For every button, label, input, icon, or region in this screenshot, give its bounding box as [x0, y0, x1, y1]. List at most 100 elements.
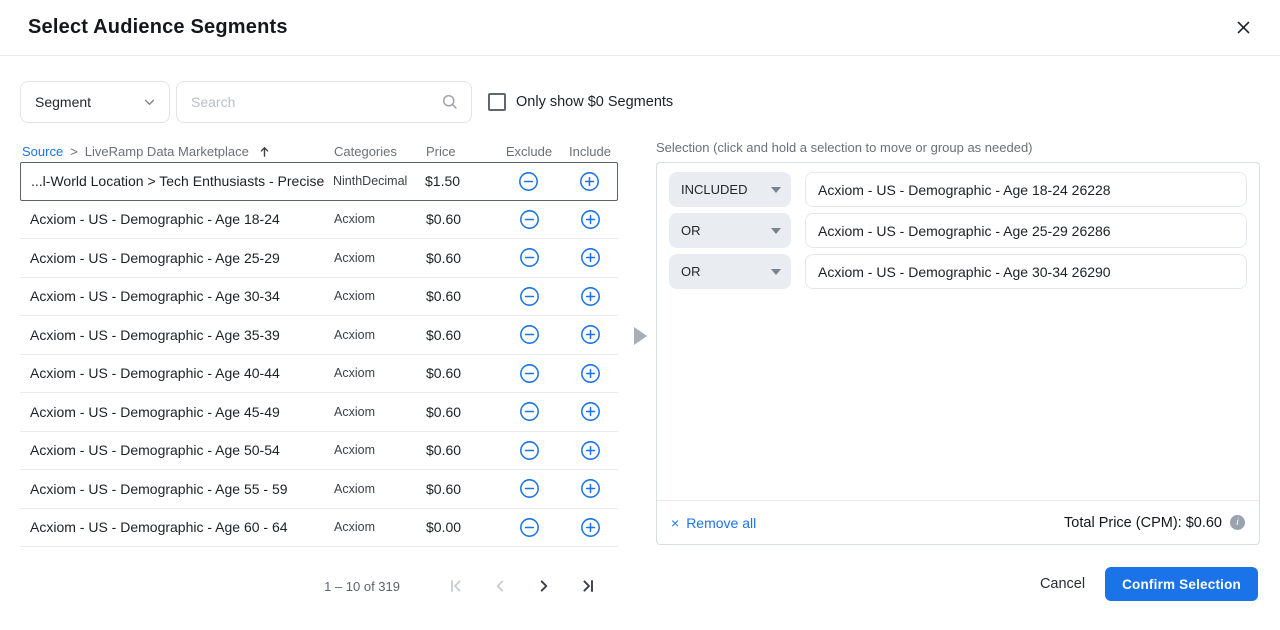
next-page-icon[interactable]: [534, 576, 554, 596]
segment-price: $0.60: [426, 211, 496, 227]
segment-category: NinthDecimal: [333, 174, 425, 188]
chevron-down-icon: [771, 187, 781, 193]
table-row[interactable]: Acxiom - US - Demographic - Age 50-54 Ac…: [20, 432, 618, 471]
table-row[interactable]: Acxiom - US - Demographic - Age 30-34 Ac…: [20, 278, 618, 317]
segment-name: Acxiom - US - Demographic - Age 60 - 64: [20, 519, 334, 535]
segment-category: Acxiom: [334, 251, 426, 265]
segment-type-dropdown-value: Segment: [35, 94, 91, 110]
chevron-down-icon: [771, 228, 781, 234]
remove-all-label: Remove all: [686, 515, 756, 531]
include-segment-button[interactable]: [562, 286, 618, 307]
operator-dropdown-value: INCLUDED: [681, 182, 747, 197]
selection-item[interactable]: INCLUDED Acxiom - US - Demographic - Age…: [669, 172, 1247, 207]
table-row[interactable]: Acxiom - US - Demographic - Age 45-49 Ac…: [20, 393, 618, 432]
table-row[interactable]: Acxiom - US - Demographic - Age 18-24 Ac…: [20, 201, 618, 240]
breadcrumb-separator: >: [70, 144, 78, 159]
cancel-button[interactable]: Cancel: [1040, 576, 1085, 592]
segment-name: Acxiom - US - Demographic - Age 45-49: [20, 404, 334, 420]
selected-segment-name: Acxiom - US - Demographic - Age 18-24 26…: [805, 172, 1247, 207]
info-icon[interactable]: i: [1230, 515, 1245, 530]
segment-price: $0.60: [426, 250, 496, 266]
close-icon[interactable]: [1234, 19, 1252, 37]
dialog-header: Select Audience Segments: [0, 0, 1280, 56]
selection-footer: × Remove all Total Price (CPM): $0.60 i: [657, 500, 1259, 544]
selection-box: INCLUDED Acxiom - US - Demographic - Age…: [656, 162, 1260, 545]
last-page-icon[interactable]: [578, 576, 598, 596]
zero-segments-label: Only show $0 Segments: [516, 94, 673, 110]
dialog-actions: Cancel Confirm Selection: [1040, 567, 1258, 601]
include-segment-button[interactable]: [562, 478, 618, 499]
selection-panel: Selection (click and hold a selection to…: [656, 140, 1260, 545]
include-segment-button[interactable]: [562, 401, 618, 422]
segments-table: Source > LiveRamp Data Marketplace Categ…: [20, 140, 618, 547]
move-right-arrow-icon[interactable]: [634, 327, 647, 345]
segment-price: $0.60: [426, 442, 496, 458]
segment-type-dropdown[interactable]: Segment: [20, 81, 170, 123]
segment-price: $0.60: [426, 288, 496, 304]
column-header-price: Price: [426, 144, 496, 159]
operator-dropdown[interactable]: OR: [669, 213, 791, 248]
segment-category: Acxiom: [334, 328, 426, 342]
search-icon: [441, 93, 459, 111]
total-price-label: Total Price (CPM): $0.60: [1064, 515, 1222, 531]
operator-dropdown[interactable]: INCLUDED: [669, 172, 791, 207]
remove-all-button[interactable]: × Remove all: [671, 515, 756, 531]
selected-segment-name: Acxiom - US - Demographic - Age 25-29 26…: [805, 213, 1247, 248]
chevron-down-icon: [144, 99, 155, 106]
first-page-icon[interactable]: [446, 576, 466, 596]
table-row[interactable]: Acxiom - US - Demographic - Age 40-44 Ac…: [20, 355, 618, 394]
table-row[interactable]: Acxiom - US - Demographic - Age 35-39 Ac…: [20, 316, 618, 355]
exclude-segment-button[interactable]: [496, 209, 562, 230]
segment-price: $0.00: [426, 519, 496, 535]
include-segment-button[interactable]: [562, 247, 618, 268]
include-segment-button[interactable]: [561, 171, 617, 192]
selection-item[interactable]: OR Acxiom - US - Demographic - Age 30-34…: [669, 254, 1247, 289]
segment-price: $0.60: [426, 404, 496, 420]
segment-name: Acxiom - US - Demographic - Age 35-39: [20, 327, 334, 343]
table-row[interactable]: ...l-World Location > Tech Enthusiasts -…: [20, 162, 618, 201]
table-row[interactable]: Acxiom - US - Demographic - Age 60 - 64 …: [20, 509, 618, 548]
search-box: [176, 81, 472, 123]
selected-segment-name: Acxiom - US - Demographic - Age 30-34 26…: [805, 254, 1247, 289]
exclude-segment-button[interactable]: [496, 517, 562, 538]
exclude-segment-button[interactable]: [496, 324, 562, 345]
breadcrumb-source-link[interactable]: Source: [22, 144, 63, 159]
zero-segments-checkbox[interactable]: [488, 93, 506, 111]
segment-category: Acxiom: [334, 405, 426, 419]
include-segment-button[interactable]: [562, 363, 618, 384]
search-input[interactable]: [191, 94, 441, 110]
segment-name: Acxiom - US - Demographic - Age 40-44: [20, 365, 334, 381]
exclude-segment-button[interactable]: [496, 401, 562, 422]
include-segment-button[interactable]: [562, 517, 618, 538]
confirm-selection-button[interactable]: Confirm Selection: [1105, 567, 1258, 601]
selection-item[interactable]: OR Acxiom - US - Demographic - Age 25-29…: [669, 213, 1247, 248]
segment-name: Acxiom - US - Demographic - Age 25-29: [20, 250, 334, 266]
segment-category: Acxiom: [334, 482, 426, 496]
table-row[interactable]: Acxiom - US - Demographic - Age 55 - 59 …: [20, 470, 618, 509]
include-segment-button[interactable]: [562, 324, 618, 345]
selection-panel-label: Selection (click and hold a selection to…: [656, 140, 1260, 162]
operator-dropdown[interactable]: OR: [669, 254, 791, 289]
pagination: 1 – 10 of 319: [20, 570, 618, 602]
previous-page-icon[interactable]: [490, 576, 510, 596]
sort-ascending-icon[interactable]: [258, 145, 271, 158]
exclude-segment-button[interactable]: [496, 363, 562, 384]
exclude-segment-button[interactable]: [496, 286, 562, 307]
remove-x-icon: ×: [671, 516, 679, 530]
segment-category: Acxiom: [334, 520, 426, 534]
exclude-segment-button[interactable]: [496, 440, 562, 461]
zero-segments-filter[interactable]: Only show $0 Segments: [488, 93, 673, 111]
exclude-segment-button[interactable]: [495, 171, 561, 192]
breadcrumb-current: LiveRamp Data Marketplace: [85, 144, 249, 159]
segment-name: Acxiom - US - Demographic - Age 55 - 59: [20, 481, 334, 497]
table-row[interactable]: Acxiom - US - Demographic - Age 25-29 Ac…: [20, 239, 618, 278]
include-segment-button[interactable]: [562, 209, 618, 230]
segment-name: Acxiom - US - Demographic - Age 50-54: [20, 442, 334, 458]
segment-category: Acxiom: [334, 289, 426, 303]
exclude-segment-button[interactable]: [496, 247, 562, 268]
segment-name: Acxiom - US - Demographic - Age 18-24: [20, 211, 334, 227]
segment-price: $0.60: [426, 327, 496, 343]
exclude-segment-button[interactable]: [496, 478, 562, 499]
include-segment-button[interactable]: [562, 440, 618, 461]
segment-category: Acxiom: [334, 366, 426, 380]
